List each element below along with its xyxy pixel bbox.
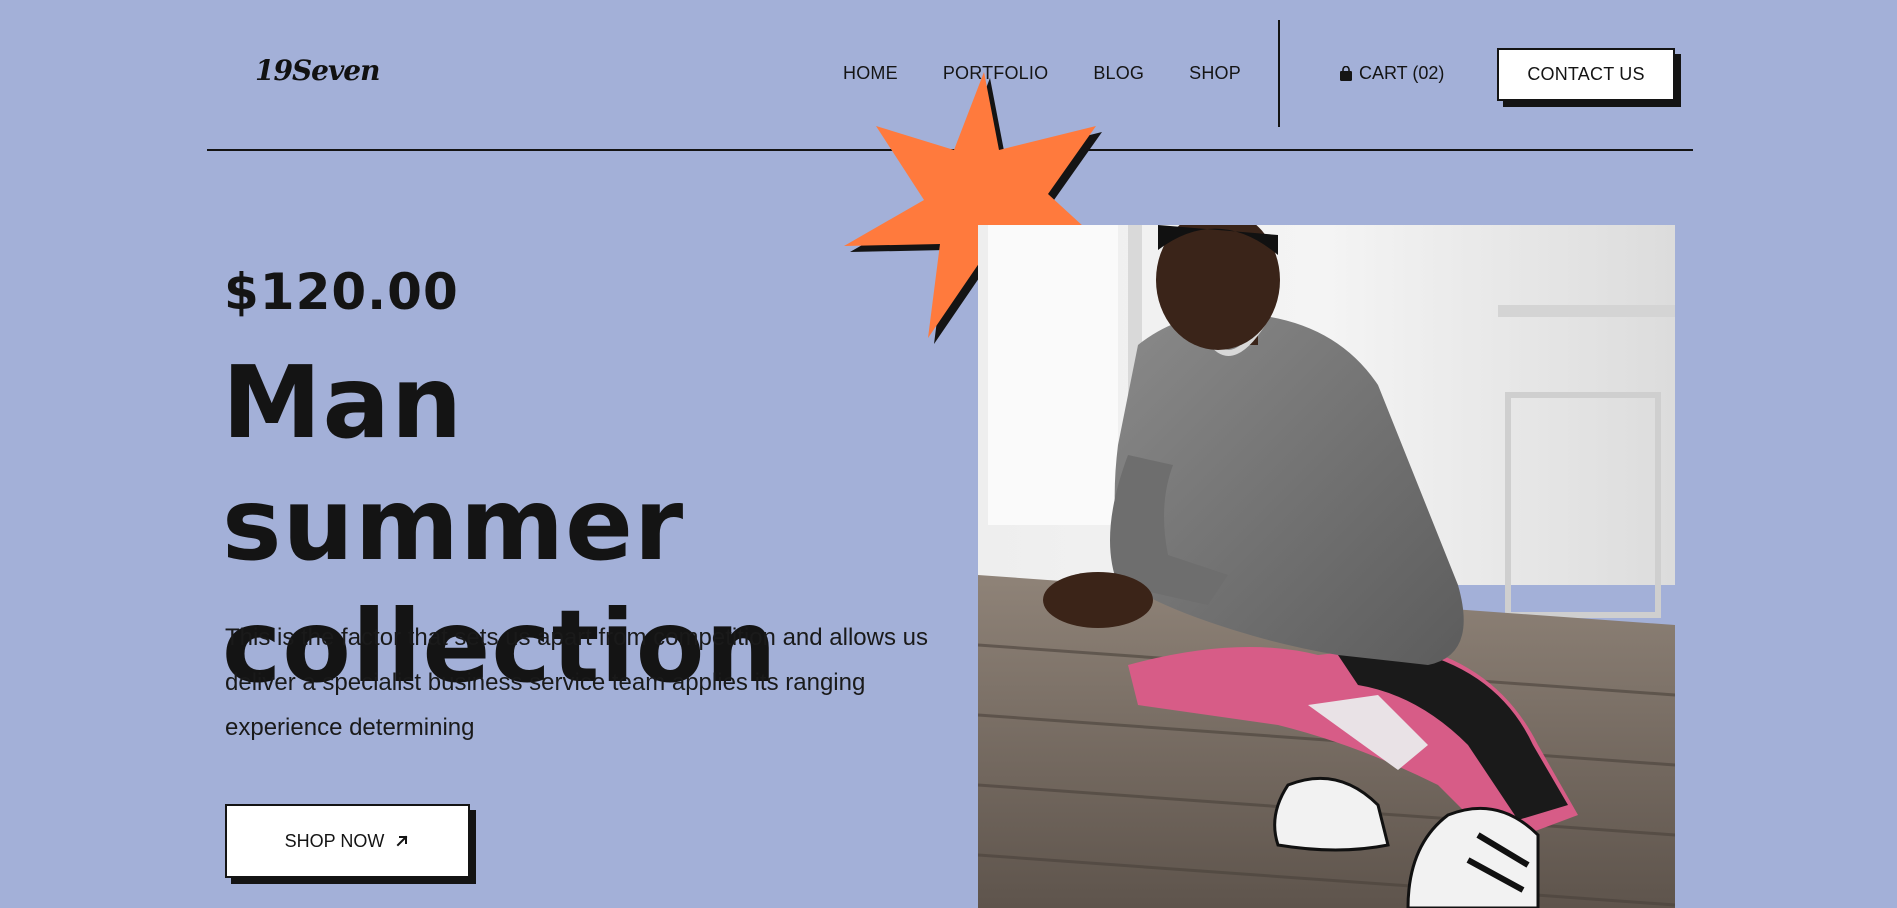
fashion-model-photo [978,225,1675,908]
product-price: $120.00 [224,263,459,321]
contact-button-wrap: CONTACT US [1497,48,1675,101]
cart-label: CART (02) [1359,63,1445,83]
contact-us-button[interactable]: CONTACT US [1497,48,1675,101]
nav-shop-link[interactable]: SHOP [1189,63,1241,84]
shop-now-button[interactable]: SHOP NOW [225,804,470,878]
nav-divider [1278,20,1280,127]
shop-now-label: SHOP NOW [284,830,385,851]
hero-description: This is the factor that sets us apart fr… [225,624,928,741]
shop-now-wrap: SHOP NOW [225,804,470,878]
hero-product-image [978,225,1675,908]
cart-link[interactable]: CART (02) [1339,63,1444,84]
hero-title-line-1: Man summer [222,344,685,583]
shopping-bag-icon [1340,65,1352,81]
brand-logo[interactable]: 19Seven [255,54,380,87]
arrow-up-right-icon [396,835,408,847]
